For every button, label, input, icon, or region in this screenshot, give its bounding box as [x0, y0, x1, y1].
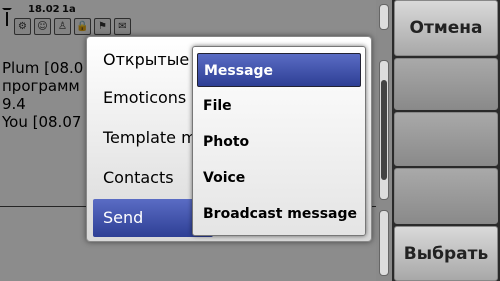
submenu-item-photo[interactable]: Photo — [197, 125, 361, 159]
softkey-panel: Отмена Выбрать — [392, 0, 500, 281]
softkey-blank-1 — [394, 58, 498, 110]
scroll-down-segment[interactable] — [379, 210, 389, 276]
submenu-item-voice[interactable]: Voice — [197, 161, 361, 195]
submenu-item-file[interactable]: File — [197, 89, 361, 123]
scroll-thumb[interactable] — [381, 80, 387, 180]
submenu-item-broadcast[interactable]: Broadcast message — [197, 197, 361, 231]
submenu-item-message[interactable]: Message — [197, 53, 361, 87]
select-button[interactable]: Выбрать — [394, 226, 498, 281]
softkey-blank-3 — [394, 168, 498, 224]
softkey-blank-2 — [394, 112, 498, 166]
scroll-up-segment[interactable] — [379, 4, 389, 30]
scrollbar[interactable] — [376, 0, 392, 281]
cancel-button[interactable]: Отмена — [394, 0, 498, 56]
app-screen: 18.02 1a ⚙ ☺ ♙ 🔒 ⚑ ✉ Pl Plum [08.0 прогр… — [0, 0, 500, 281]
send-submenu: Message File Photo Voice Broadcast messa… — [192, 46, 366, 236]
